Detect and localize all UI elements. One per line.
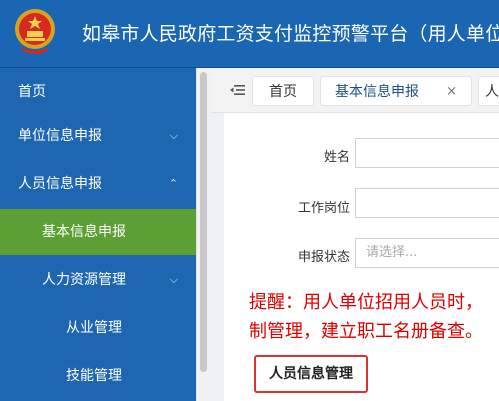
sidebar-item-employment[interactable]: 从业管理 xyxy=(0,304,196,352)
sidebar-item-basic-info[interactable]: 基本信息申报 xyxy=(0,209,196,255)
sidebar-item-unit-info[interactable]: 单位信息申报 ⌵ xyxy=(0,112,196,160)
chevron-up-icon: ⌃ xyxy=(168,177,178,190)
scrollbar-thumb[interactable] xyxy=(200,72,207,372)
tab-basic-info[interactable]: 基本信息申报 × xyxy=(320,76,472,106)
position-label: 工作岗位 xyxy=(297,201,350,216)
sidebar-item-label: 技能管理 xyxy=(66,368,122,384)
name-input[interactable] xyxy=(355,138,499,168)
tab-next[interactable]: 人 xyxy=(478,76,499,106)
section-title-personnel-management: 人员信息管理 xyxy=(254,355,368,393)
sidebar-item-hr-management[interactable]: 人力资源管理 ⌵ xyxy=(0,256,196,304)
name-label: 姓名 xyxy=(323,150,350,165)
sidebar-item-label: 从业管理 xyxy=(66,320,122,336)
chevron-down-icon: ⌵ xyxy=(169,273,178,286)
tab-label: 基本信息申报 xyxy=(335,84,419,100)
sidebar-item-skills[interactable]: 技能管理 xyxy=(0,352,196,400)
app-title: 如皋市人民政府工资支付监控预警平台（用人单位端 xyxy=(82,23,499,45)
sidebar-item-label: 单位信息申报 xyxy=(18,128,102,144)
status-label: 申报状态 xyxy=(297,250,350,265)
sidebar-item-home[interactable]: 首页 xyxy=(0,68,196,116)
chevron-down-icon: ⌵ xyxy=(169,129,178,142)
sidebar-nav: 首页 单位信息申报 ⌵ 人员信息申报 ⌃ 基本信息申报 人力资源管理 ⌵ 从业管… xyxy=(0,68,196,401)
national-emblem-icon xyxy=(15,9,55,54)
notice-line-1: 提醒：用人单位招用人员时， xyxy=(249,292,483,313)
sidebar-item-personnel-info[interactable]: 人员信息申报 ⌃ xyxy=(0,160,196,208)
sidebar-item-label: 人力资源管理 xyxy=(42,272,126,288)
position-input[interactable] xyxy=(355,188,499,218)
close-icon[interactable]: × xyxy=(446,77,457,107)
sidebar-scrollbar[interactable] xyxy=(196,68,211,401)
tab-label: 首页 xyxy=(269,84,297,100)
tab-label: 人 xyxy=(485,84,499,100)
app-header: 如皋市人民政府工资支付监控预警平台（用人单位端 xyxy=(0,0,499,68)
menu-toggle-icon[interactable] xyxy=(230,82,246,98)
sidebar-item-label: 首页 xyxy=(18,84,46,100)
status-select[interactable]: 请选择... xyxy=(355,238,499,268)
sidebar-item-label: 基本信息申报 xyxy=(42,224,126,240)
status-placeholder: 请选择... xyxy=(366,245,418,260)
notice-line-2: 制管理，建立职工名册备查。 xyxy=(249,321,483,342)
tab-home[interactable]: 首页 xyxy=(252,76,314,106)
sidebar-item-label: 人员信息申报 xyxy=(18,176,102,192)
